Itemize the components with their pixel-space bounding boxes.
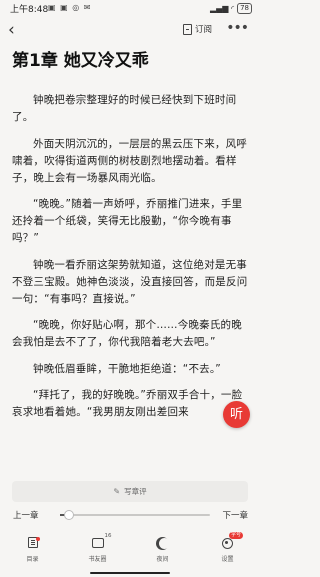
paragraph: “拜托了，我的好晚晚。”乔丽双手合十，一脸哀求地看着她。“我男朋友刚出差回来 [12, 389, 243, 418]
red-dot-badge [35, 537, 40, 541]
home-indicator [90, 572, 170, 574]
paragraph: 钟晚把卷宗整理好的时候已经快到下班时间了。 [12, 94, 237, 123]
font-size-badge: 字号 [229, 532, 244, 539]
bookmark-icon [183, 23, 192, 35]
more-icon[interactable]: ••• [226, 20, 249, 36]
toolbar-directory[interactable]: 目录 [0, 535, 65, 571]
paragraph: “晚晚，你好贴心啊，那个……今晚秦氏的晚会我怕是去不了了，你代我陪着老大去吧。” [12, 319, 242, 348]
progress-slider[interactable] [60, 510, 210, 520]
paragraph: 钟晚一看乔丽这架势就知道，这位绝对是无事不登三宝殿。她神色淡淡，没直接回答，而是… [12, 258, 248, 305]
progress-handle[interactable] [64, 510, 74, 520]
comment-label: 写章评 [124, 487, 147, 496]
toolbar-settings[interactable]: 字号 设置 [195, 532, 260, 571]
toolbar-label: 夜间 [156, 556, 169, 563]
pen-icon: ✎ [113, 487, 121, 496]
signal-icon: ▂▄▆ ◜ [209, 4, 235, 13]
prev-chapter-button[interactable]: 上一章 [13, 509, 39, 521]
subscribe-label: 订阅 [195, 25, 213, 35]
paragraph: 钟晚低眉垂眸，干脆地拒绝道：“不去。” [33, 362, 221, 375]
chapter-title: 第1章 她又冷又乖 [12, 51, 149, 71]
subscribe-button[interactable]: 订阅 [183, 23, 212, 35]
back-icon[interactable]: ‹ [8, 20, 15, 40]
battery-icon: 78 [237, 3, 252, 14]
bottom-toolbar: 目录 16 书友圈 夜间 字号 设置 [0, 532, 260, 571]
toolbar-label: 书友圈 [88, 556, 107, 563]
gear-icon [222, 538, 233, 549]
status-time: 上午8:48 [10, 5, 49, 15]
status-right: ▂▄▆ ◜ 78 [210, 3, 252, 14]
toolbar-book-circle[interactable]: 16 书友圈 [65, 533, 130, 571]
paragraph: 外面天阴沉沉的，一层层的黑云压下来，风呼啸着，吹得街道两侧的树枝剧烈地摆动着。看… [12, 137, 247, 184]
reader-nav: ‹ 订阅 ••• [0, 18, 260, 44]
chapter-content[interactable]: 钟晚把卷宗整理好的时候已经快到下班时间了。 外面天阴沉沉的，一层层的黑云压下来，… [12, 92, 248, 472]
toolbar-label: 目录 [26, 556, 39, 563]
toolbar-label: 设置 [221, 556, 234, 563]
moon-icon [159, 538, 170, 549]
directory-icon [27, 537, 40, 548]
next-chapter-button[interactable]: 下一章 [222, 509, 248, 521]
paragraph: “晚晚。”随着一声娇呼，乔丽推门进来，手里还拎着一个纸袋，笑得无比殷勤，“你今晚… [12, 198, 243, 244]
chapter-comment-button[interactable]: ✎ 写章评 [12, 481, 248, 502]
chapter-progress: 上一章 下一章 [0, 508, 260, 522]
notification-icons: ▣ ▣ ◎ ✉ [48, 3, 92, 12]
status-bar: 上午8:48 ▣ ▣ ◎ ✉ ▂▄▆ ◜ 78 [0, 0, 260, 16]
toolbar-night-mode[interactable]: 夜间 [130, 535, 195, 571]
comment-count: 16 [104, 533, 112, 539]
chat-icon [91, 538, 104, 548]
listen-button[interactable]: 听 [223, 401, 250, 428]
